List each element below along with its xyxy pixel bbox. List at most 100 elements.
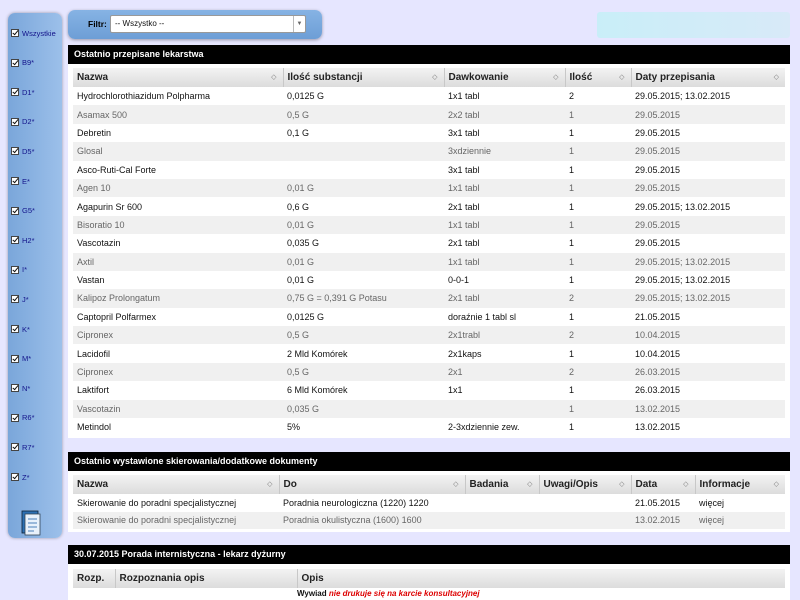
checkbox[interactable] — [11, 295, 19, 304]
table-row[interactable]: Asco-Ruti-Cal Forte 3x1 tabl 1 29.05.2015 — [73, 160, 785, 179]
sort-icon[interactable]: ◇ — [619, 73, 624, 81]
table-row[interactable]: Metindol 5% 2-3xdziennie zew. 1 13.02.2015 — [73, 418, 785, 437]
sidebar-item[interactable]: I* — [11, 263, 27, 277]
checkbox[interactable] — [11, 325, 19, 333]
sort-icon[interactable]: ◇ — [683, 480, 688, 488]
sort-icon[interactable]: ◇ — [527, 480, 532, 488]
checkbox[interactable] — [11, 147, 19, 156]
column-header[interactable]: Uwagi/Opis ◇ — [539, 475, 632, 494]
opis-label: Wywiad — [297, 589, 327, 598]
column-header[interactable]: Nazwa ◇ — [73, 68, 284, 87]
table-row[interactable]: Vascotazin 0,035 G 2x1 tabl 1 29.05.2015 — [73, 234, 785, 253]
sort-icon[interactable]: ◇ — [553, 73, 558, 81]
medications-section: Ostatnio przepisane lekarstwa Nazwa ◇ Iloś… — [68, 45, 790, 439]
medications-table: Nazwa ◇ Ilość substancji ◇ Dawkowanie ◇ Ilość ◇… — [73, 68, 785, 437]
filter-select[interactable]: -- Wszystko -- ▼ — [110, 15, 306, 33]
filter-panel: Filtr: -- Wszystko -- ▼ — [68, 10, 322, 39]
column-header[interactable]: Do ◇ — [279, 475, 466, 494]
checkbox[interactable] — [11, 473, 19, 481]
sort-icon[interactable]: ◇ — [267, 480, 272, 488]
checkbox[interactable] — [11, 177, 19, 185]
table-row[interactable]: Skierowanie do poradni specjalistycznej P… — [73, 511, 785, 529]
sidebar-item[interactable]: E* — [11, 174, 30, 188]
table-row[interactable]: Cipronex 0,5 G 2x1 2 26.03.2015 — [73, 362, 785, 382]
column-header-label: Ilość — [569, 72, 593, 83]
column-header[interactable]: Nazwa ◇ — [73, 475, 280, 494]
table-row[interactable]: Asamax 500 0,5 G 2x2 tabl 1 29.05.2015 — [73, 105, 785, 124]
table-cell: 1x1 — [444, 381, 565, 400]
table-row[interactable]: Vastan 0,01 G 0-0-1 1 29.05.2015; 13.02.2015 — [73, 270, 785, 290]
checkbox[interactable] — [11, 88, 19, 97]
opis-note: nie drukuje się na karcie konsultacyjnej — [328, 589, 480, 598]
checkbox[interactable] — [11, 236, 19, 245]
table-row[interactable]: Debretin 0,1 G 3x1 tabl 1 29.05.2015 — [73, 123, 785, 143]
table-row[interactable]: Lacidofil 2 Mld Komórek 2x1kaps 1 10.04.2015 — [73, 344, 785, 363]
sidebar-item[interactable]: G5* — [11, 204, 35, 218]
checkbox[interactable] — [11, 265, 19, 274]
table-cell: 2 Mld Komórek — [283, 344, 444, 363]
table-row[interactable]: Cipronex 0,5 G 2x1trabl 2 10.04.2015 — [73, 326, 785, 345]
table-row[interactable]: Laktifort 6 Mld Komórek 1x1 1 26.03.2015 — [73, 381, 785, 400]
table-cell: 29.05.2015; 13.02.2015 — [631, 270, 785, 290]
table-row[interactable]: Glosal 3xdziennie 1 29.05.2015 — [73, 142, 785, 161]
filter-value: -- Wszystko -- — [115, 19, 165, 28]
column-header[interactable]: Badania ◇ — [465, 475, 540, 494]
sidebar-item-label: D1* — [22, 87, 35, 97]
table-cell: 0,035 G — [283, 399, 444, 419]
table-cell: 1 — [565, 307, 631, 327]
table-row[interactable]: Bisoratio 10 0,01 G 1x1 tabl 1 29.05.2015 — [73, 215, 785, 235]
table-row[interactable]: Hydrochlorothiazidum Polpharma 0,0125 G 1x… — [73, 87, 785, 106]
sort-icon[interactable]: ◇ — [774, 73, 779, 81]
sidebar-item[interactable]: D1* — [11, 85, 35, 99]
table-row[interactable]: Skierowanie do poradni specjalistycznej P… — [73, 494, 785, 512]
sort-icon[interactable]: ◇ — [271, 73, 276, 81]
sidebar-item[interactable]: Wszystkie — [11, 26, 56, 40]
column-header[interactable]: Ilość ◇ — [565, 68, 632, 87]
column-header[interactable]: Daty przepisania ◇ — [631, 68, 785, 87]
table-row[interactable]: Agen 10 0,01 G 1x1 tabl 1 29.05.2015 — [73, 178, 785, 198]
sidebar-item[interactable]: H2* — [11, 233, 35, 247]
sidebar-item[interactable]: B9* — [11, 56, 34, 70]
table-row[interactable]: Vascotazin 0,035 G 1 13.02.2015 — [73, 399, 785, 419]
checkbox[interactable] — [11, 117, 19, 126]
table-cell: Cipronex — [73, 362, 283, 382]
sidebar-item[interactable]: Z* — [11, 470, 30, 484]
chevron-down-icon[interactable]: ▼ — [293, 16, 305, 32]
table-row[interactable]: Axtil 0,01 G 1x1 tabl 1 29.05.2015; 13.02.20… — [73, 252, 785, 271]
column-header[interactable]: Informacje ◇ — [695, 475, 785, 494]
column-header[interactable]: Dawkowanie ◇ — [444, 68, 566, 87]
sort-icon[interactable]: ◇ — [432, 73, 437, 81]
sidebar-item[interactable]: R7* — [11, 440, 35, 454]
table-cell: Cipronex — [73, 326, 283, 345]
checkbox[interactable] — [11, 206, 19, 215]
checkbox[interactable] — [11, 29, 19, 37]
table-cell: 3xdziennie — [444, 142, 565, 161]
sidebar-item[interactable]: D2* — [11, 115, 35, 129]
document-icon[interactable] — [20, 510, 42, 536]
column-header-label: Badania — [469, 479, 509, 490]
table-row[interactable]: Kalipoz Prolongatum 0,75 G = 0,391 G Pota… — [73, 289, 785, 308]
table-cell: 29.05.2015 — [631, 142, 785, 161]
checkbox[interactable] — [11, 354, 19, 363]
table-row[interactable]: Agapurin Sr 600 0,6 G 2x1 tabl 1 29.05.2015;… — [73, 197, 785, 216]
sidebar-item-label: N* — [22, 383, 31, 393]
checkbox[interactable] — [11, 443, 19, 452]
sort-icon[interactable]: ◇ — [774, 480, 779, 488]
sidebar-item[interactable]: D5* — [11, 144, 35, 158]
sidebar-item[interactable]: K* — [11, 322, 30, 336]
sort-icon[interactable]: ◇ — [453, 480, 458, 488]
table-cell: Vascotazin — [73, 399, 283, 419]
column-header[interactable]: Data ◇ — [631, 475, 696, 494]
sort-icon[interactable]: ◇ — [619, 480, 624, 488]
table-row[interactable]: Captopril Polfarmex 0,0125 Gdoraźnie 1 ta… — [73, 307, 785, 327]
checkbox[interactable] — [11, 413, 19, 422]
sidebar-item[interactable]: J* — [11, 292, 29, 306]
sidebar-item[interactable]: N* — [11, 381, 30, 395]
sidebar-item[interactable]: M* — [11, 352, 31, 366]
sidebar-item-label: H2* — [22, 235, 35, 245]
checkbox[interactable] — [11, 384, 19, 393]
column-header[interactable]: Ilość substancji ◇ — [283, 68, 445, 87]
checkbox[interactable] — [11, 58, 19, 67]
sidebar-item[interactable]: R6* — [11, 411, 35, 425]
sidebar-item-label: M* — [22, 354, 32, 364]
